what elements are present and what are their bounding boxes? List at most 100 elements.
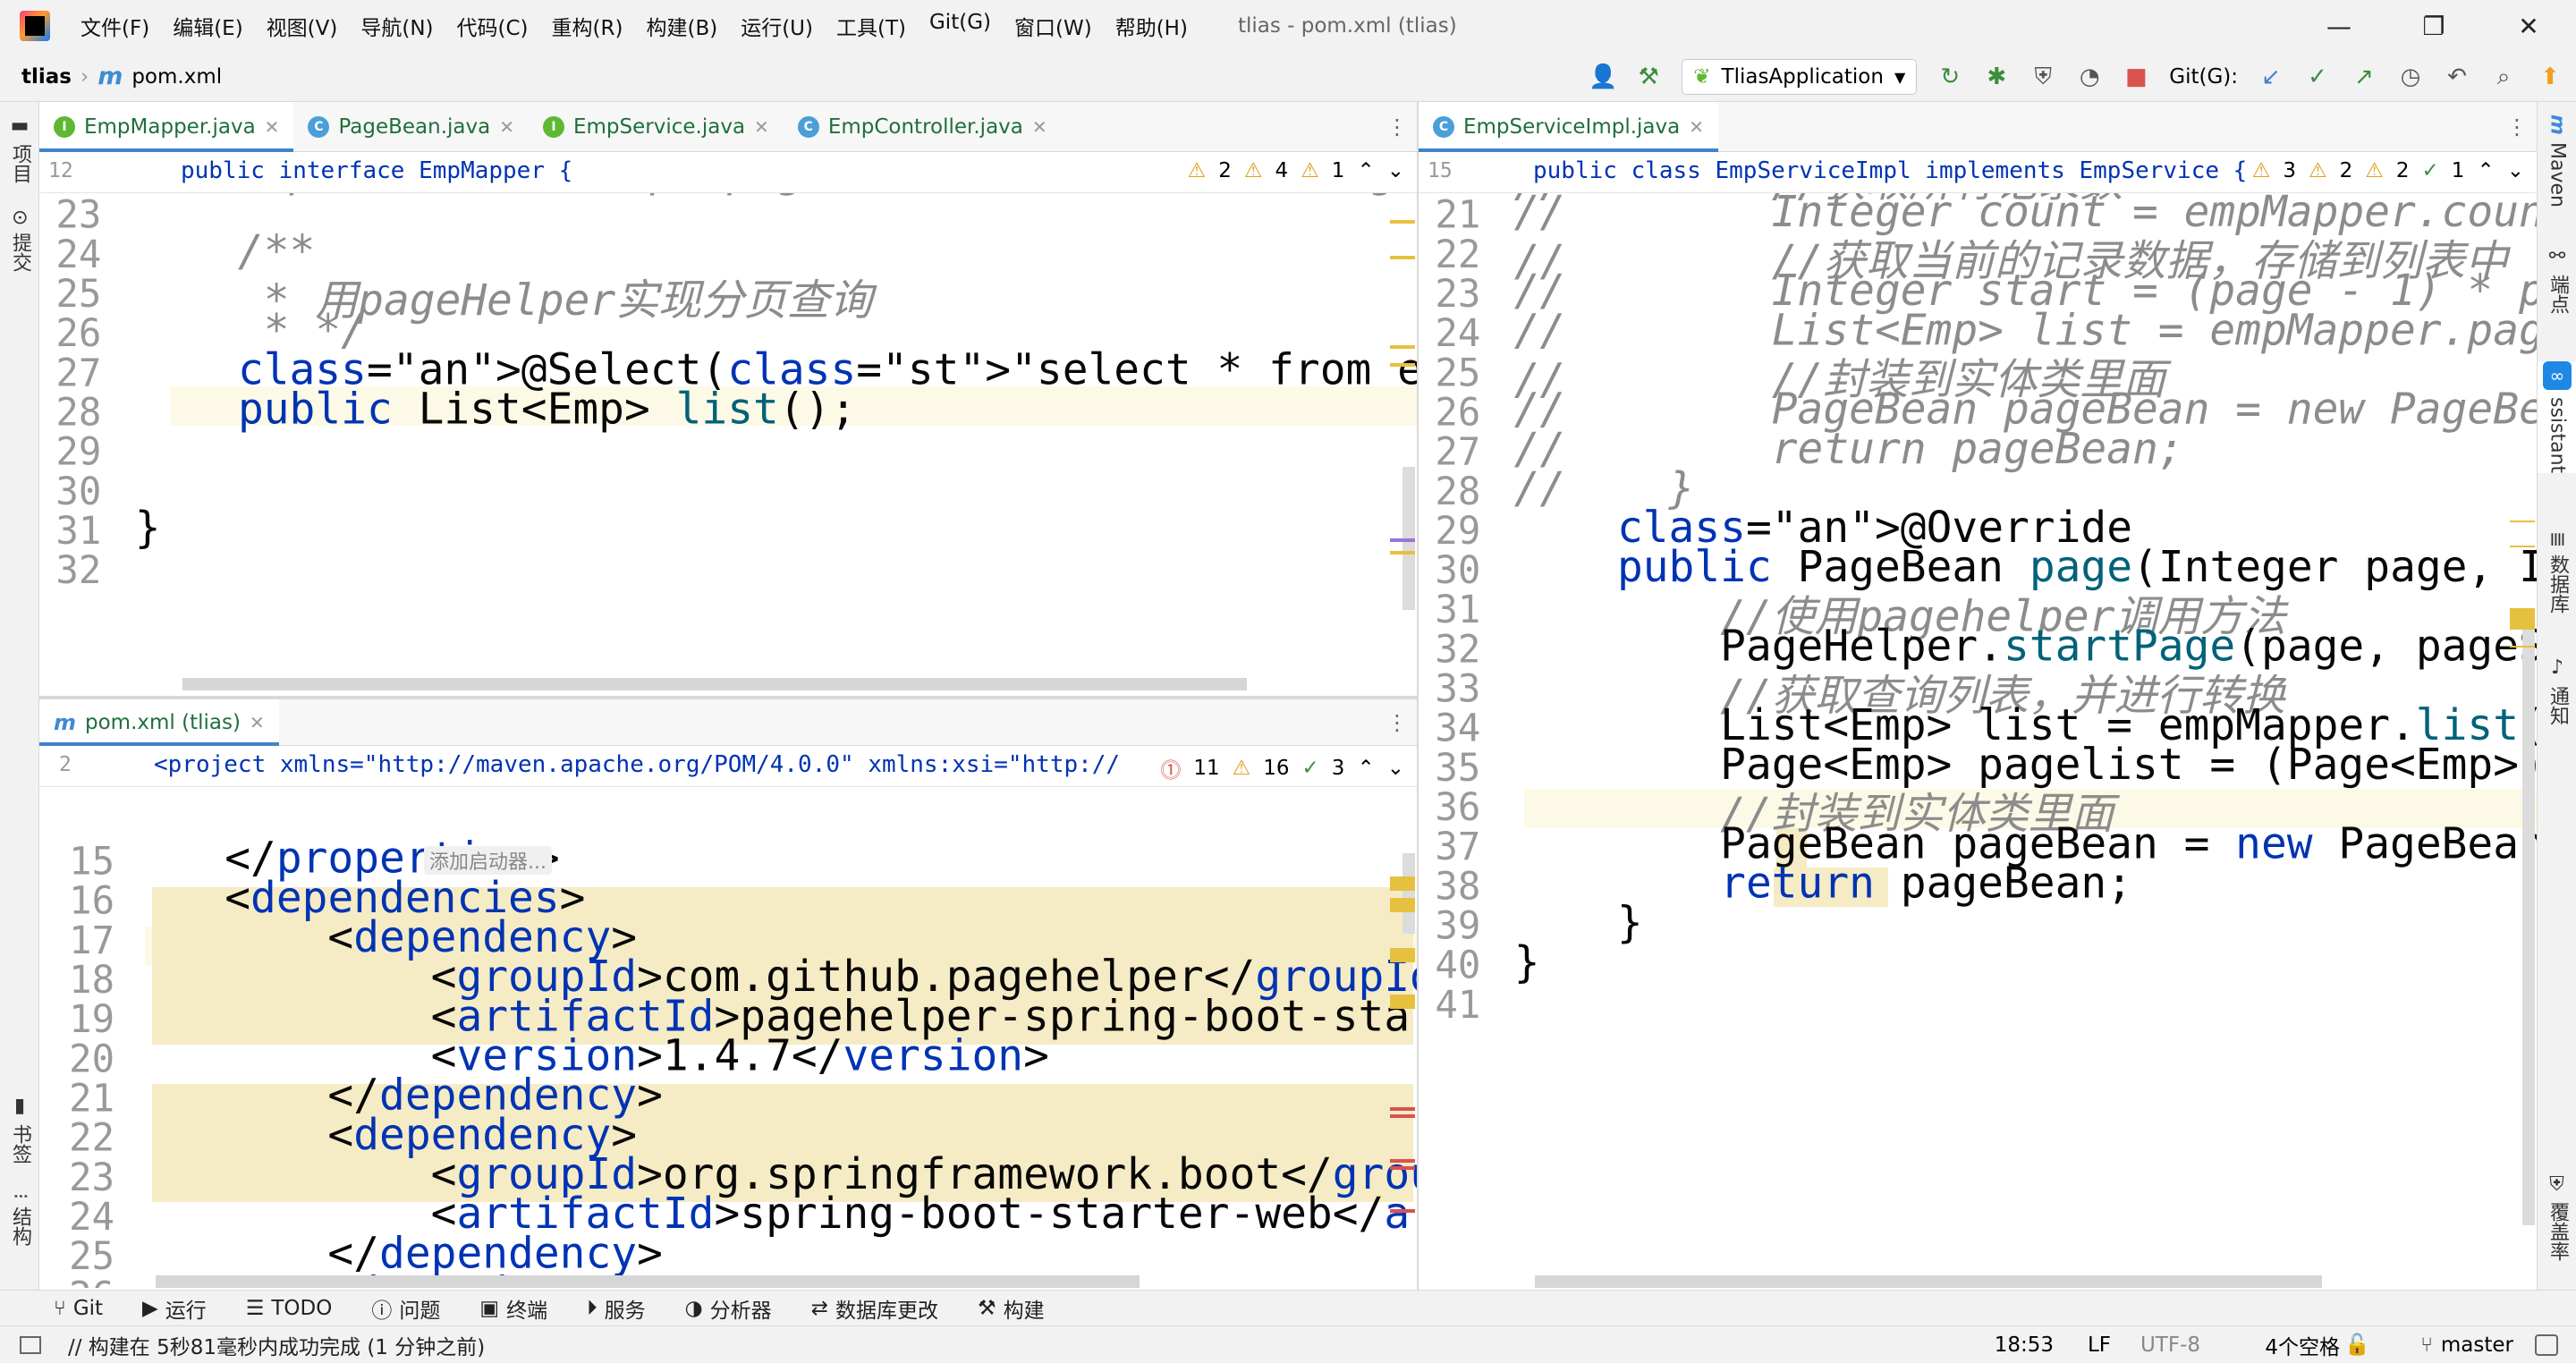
coverage-icon[interactable]: ⛨	[2029, 63, 2056, 91]
more-icon[interactable]: ⋮	[1386, 710, 1408, 735]
tool-window-profiler[interactable]: ◑ 分析器	[685, 1293, 772, 1324]
more-icon[interactable]: ⋮	[2506, 114, 2528, 140]
chevron-up-icon[interactable]: ⌃	[1357, 159, 1374, 182]
git-branch[interactable]: master	[2441, 1333, 2513, 1357]
commit-tool-tab[interactable]: ⊙ 提交	[0, 209, 39, 272]
pom-editor[interactable]: 15 </properties>16 <dependencies>17 <dep…	[39, 746, 1417, 1288]
project-tool-tab[interactable]: ▬ 项目	[0, 114, 39, 183]
close-icon[interactable]: ✕	[250, 712, 265, 733]
menu-item[interactable]: 编辑(E)	[173, 11, 242, 41]
menu-item[interactable]: 代码(C)	[457, 11, 529, 41]
empmapper-editor[interactable]: 22// public List<Emp> page(@Param("start…	[39, 152, 1417, 694]
chevron-up-icon[interactable]: ⌃	[1357, 757, 1374, 780]
horizontal-scrollbar[interactable]	[182, 678, 1247, 690]
editor-tab[interactable]: m pom.xml (tlias) ✕	[39, 699, 279, 746]
editor-tab[interactable]: I EmpMapper.java ✕	[39, 102, 294, 152]
bookmarks-tool-tab[interactable]: ▮ 书签	[0, 1095, 39, 1164]
tool-window-run[interactable]: ▶ 运行	[142, 1293, 207, 1324]
horizontal-scrollbar[interactable]	[1535, 1275, 2322, 1288]
close-icon[interactable]: ✕	[265, 116, 280, 138]
menu-item[interactable]: 帮助(H)	[1115, 11, 1188, 41]
git-update-icon[interactable]: ↙	[2258, 63, 2284, 90]
build-hammer-icon[interactable]: ⚒	[1635, 63, 1662, 90]
tool-window-services[interactable]: ⏵ 服务	[587, 1293, 646, 1324]
maven-tool-tab[interactable]: m Maven	[2538, 114, 2576, 207]
stop-icon[interactable]: ■	[2123, 63, 2149, 90]
git-push-icon[interactable]: ↗	[2351, 63, 2377, 90]
intellij-logo-icon[interactable]	[20, 11, 50, 41]
indent-setting[interactable]: 4个空格	[2265, 1330, 2340, 1360]
database-tool-tab[interactable]: ≣ 数据库	[2538, 531, 2576, 614]
menu-item[interactable]: 文件(F)	[80, 11, 149, 41]
close-icon[interactable]: ✕	[2481, 0, 2576, 52]
menu-item[interactable]: 视图(V)	[267, 11, 338, 41]
debug-icon[interactable]: ✱	[1983, 63, 2010, 90]
status-message[interactable]: // 构建在 5秒81毫秒内成功完成 (1 分钟之前)	[68, 1330, 485, 1360]
close-icon[interactable]: ✕	[754, 116, 769, 138]
editor-tab[interactable]: C EmpController.java ✕	[784, 102, 1062, 151]
tool-window-git[interactable]: ⑂ Git	[54, 1297, 103, 1320]
inspection-widget[interactable]: ⚠ 2 ⚠ 4 ⚠ 1 ⌃ ⌄	[1188, 159, 1404, 182]
chevron-down-icon[interactable]: ⌄	[1387, 757, 1404, 780]
structure-tool-tab[interactable]: ⁝ 结构	[0, 1193, 39, 1246]
history-icon[interactable]: ◷	[2397, 63, 2424, 90]
endpoints-tool-tab[interactable]: ⚯ 端点	[2538, 245, 2576, 314]
tool-window-build[interactable]: ⚒ 构建	[978, 1293, 1045, 1324]
update-icon[interactable]: ⬆	[2537, 63, 2563, 90]
warning-icon: ⚠	[1187, 159, 1207, 182]
editor-tab[interactable]: C PageBean.java ✕	[293, 102, 529, 151]
line-separator[interactable]: LF	[2088, 1333, 2111, 1357]
lock-icon[interactable]: 🔓	[2344, 1333, 2370, 1357]
vertical-scrollbar[interactable]	[2522, 617, 2535, 1225]
menu-item[interactable]: 工具(T)	[836, 11, 906, 41]
chevron-down-icon[interactable]: ⌄	[2507, 159, 2524, 182]
menu-item[interactable]: 构建(B)	[646, 11, 717, 41]
services-icon: ⏵	[587, 1296, 597, 1320]
tool-window-problems[interactable]: ⓘ 问题	[371, 1293, 440, 1324]
tool-window-db-changes[interactable]: ⇄ 数据库更改	[811, 1293, 938, 1324]
search-icon[interactable]: ⌕	[2490, 63, 2517, 91]
rollback-icon[interactable]: ↶	[2444, 63, 2470, 90]
coverage-tool-tab[interactable]: ⛨ 覆盖率	[2538, 1175, 2576, 1261]
git-commit-icon[interactable]: ✓	[2304, 63, 2331, 90]
run-configuration-select[interactable]: ❦ TliasApplication ▼	[1682, 59, 1918, 95]
menu-item[interactable]: 窗口(W)	[1014, 11, 1092, 41]
close-icon[interactable]: ✕	[1689, 116, 1704, 138]
inspection-widget[interactable]: ⓵ 11 ⚠ 16 ✓ 3 ⌃ ⌄	[1160, 753, 1404, 783]
tool-window-terminal[interactable]: ▣ 终端	[479, 1293, 547, 1324]
editor-tab[interactable]: I EmpService.java ✕	[529, 102, 784, 151]
breadcrumb-file[interactable]: pom.xml	[131, 65, 222, 89]
close-icon[interactable]: ✕	[499, 116, 514, 138]
chevron-up-icon[interactable]: ⌃	[2477, 159, 2494, 182]
profile-icon[interactable]: ◔	[2076, 63, 2103, 90]
code-line[interactable]: }	[135, 504, 161, 554]
add-starter-hint[interactable]: 添加启动器...	[424, 846, 552, 875]
minimize-icon[interactable]: —	[2292, 0, 2386, 52]
rerun-icon[interactable]: ↻	[1936, 63, 1963, 90]
close-icon[interactable]: ✕	[1032, 116, 1047, 138]
menu-item[interactable]: 运行(U)	[741, 11, 813, 41]
editor-tab[interactable]: C EmpServiceImpl.java ✕	[1419, 102, 1718, 152]
code-line[interactable]: }	[1514, 939, 1540, 988]
menu-item[interactable]: 重构(R)	[552, 11, 623, 41]
empserviceimpl-editor[interactable]: 20// //获取所有记录数21// Integer count = empMa…	[1419, 152, 2537, 1288]
notification-icon[interactable]	[2535, 1333, 2558, 1356]
layout-icon[interactable]	[20, 1335, 41, 1354]
notifications-tool-tab[interactable]: ♪ 通知	[2538, 656, 2576, 725]
file-encoding[interactable]: UTF-8	[2140, 1333, 2200, 1357]
user-icon[interactable]: 👤	[1589, 63, 1617, 90]
menu-item[interactable]: Git(G)	[929, 11, 991, 41]
inspection-widget[interactable]: ⚠ 3 ⚠ 2 ⚠ 2 ✓ 1 ⌃ ⌄	[2251, 159, 2524, 182]
assistant-tool-tab[interactable]: ∞ ssistant	[2538, 361, 2576, 474]
chevron-down-icon[interactable]: ⌄	[1387, 159, 1404, 182]
restore-icon[interactable]: ❐	[2386, 0, 2481, 52]
tool-window-todo[interactable]: ☰ TODO	[246, 1297, 333, 1320]
caret-position[interactable]: 18:53	[1995, 1333, 2054, 1357]
menu-item[interactable]: 导航(N)	[360, 11, 433, 41]
pane-divider[interactable]	[39, 696, 1417, 699]
vertical-scrollbar[interactable]	[1402, 853, 1415, 934]
breadcrumb-project[interactable]: tlias	[21, 65, 72, 89]
more-icon[interactable]: ⋮	[1386, 114, 1408, 140]
code-line[interactable]: public List<Emp> list();	[135, 385, 857, 435]
horizontal-scrollbar[interactable]	[156, 1275, 1140, 1288]
